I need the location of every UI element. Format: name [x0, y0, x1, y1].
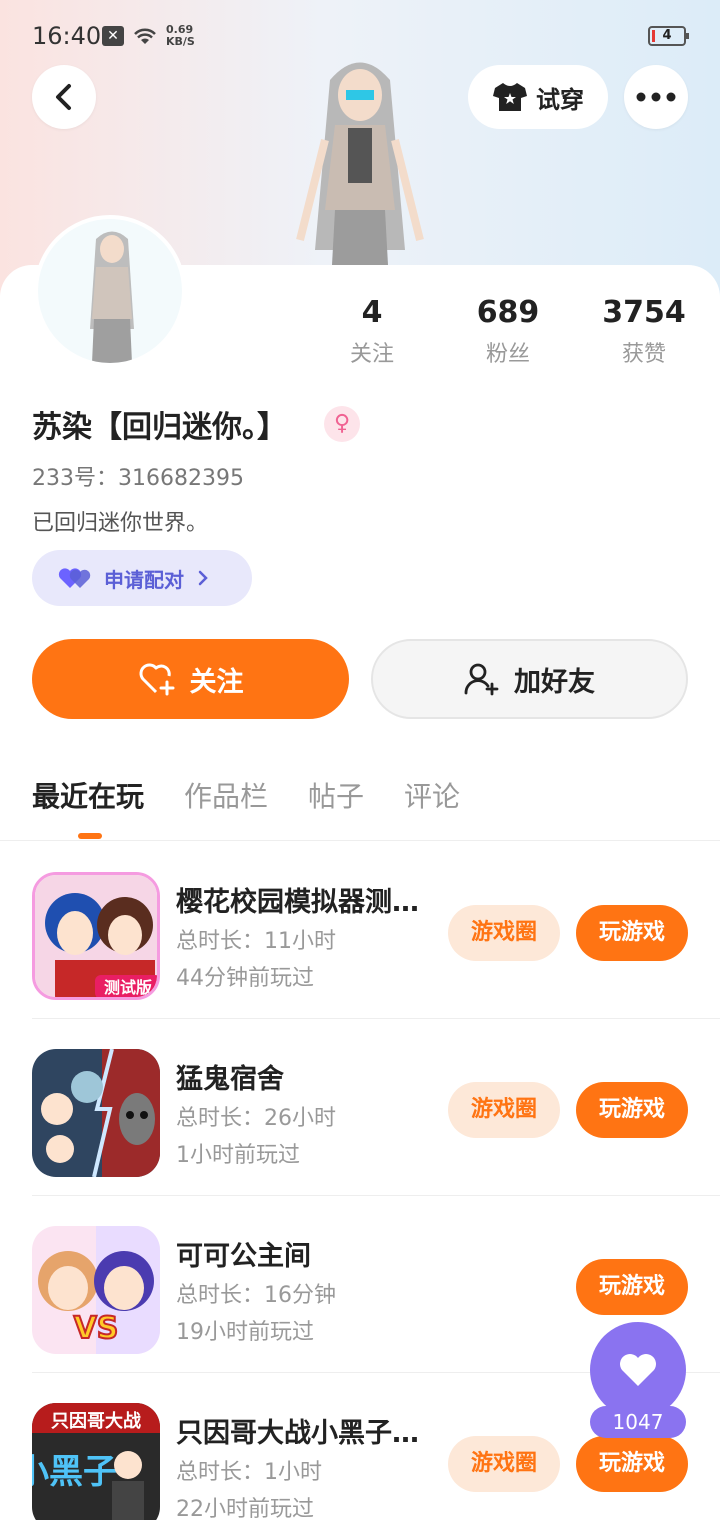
more-button[interactable] [624, 65, 688, 129]
user-id: 233号：316682395 [32, 466, 244, 491]
game-icon-coco-princess[interactable]: VS [32, 1226, 160, 1354]
divider [0, 840, 720, 841]
tab-works[interactable]: 作品栏 [184, 775, 268, 815]
play-game-button[interactable]: 玩游戏 [576, 905, 688, 961]
game-icon-sakura-school[interactable]: 测试版 [32, 872, 160, 1000]
game-icon-ikun-battle[interactable]: 只因哥大战 小黑子 [32, 1403, 160, 1520]
play-game-button[interactable]: 玩游戏 [576, 1082, 688, 1138]
tab-comments[interactable]: 评论 [404, 775, 460, 815]
tab-indicator [78, 833, 102, 839]
game-artwork [32, 1049, 160, 1177]
game-circle-button[interactable]: 游戏圈 [448, 1082, 560, 1138]
user-bio: 已回归迷你世界。 [32, 511, 209, 536]
play-game-button[interactable]: 玩游戏 [576, 1259, 688, 1315]
game-row[interactable]: 测试版 樱花校园模拟器测试版 总时长：11小时 44分钟前玩过 游戏圈 玩游戏 [0, 842, 720, 1019]
game-duration: 总时长：1小时 [176, 1460, 322, 1485]
svg-text:测试版: 测试版 [104, 978, 152, 997]
add-user-icon [464, 663, 499, 696]
female-icon: ♀ [324, 406, 360, 442]
game-last-played: 19小时前玩过 [176, 1320, 314, 1345]
notification-x-icon: ✕ [102, 26, 124, 46]
username: 苏染【回归迷你。】 [32, 410, 287, 445]
game-artwork: 测试版 [35, 875, 157, 997]
game-title: 猛鬼宿舍 [176, 1064, 284, 1095]
svg-text:小黑子: 小黑子 [32, 1452, 117, 1492]
stat-value: 3754 [602, 295, 686, 330]
game-title: 只因哥大战小黑子大作战 [176, 1418, 426, 1449]
game-artwork: 只因哥大战 小黑子 [32, 1403, 160, 1520]
avatar-3d-figure [296, 62, 424, 265]
follow-label: 关注 [189, 666, 244, 698]
play-game-button[interactable]: 玩游戏 [576, 1436, 688, 1492]
game-title: 可可公主间 [176, 1241, 311, 1272]
tab-posts[interactable]: 帖子 [308, 775, 364, 815]
game-last-played: 22小时前玩过 [176, 1497, 314, 1520]
chevron-right-icon [198, 570, 208, 586]
game-last-played: 1小时前玩过 [176, 1143, 300, 1168]
add-friend-button[interactable]: 加好友 [371, 639, 688, 719]
try-on-button[interactable]: 试穿 [468, 65, 608, 129]
stat-label: 粉丝 [485, 342, 530, 367]
game-duration: 总时长：11小时 [176, 929, 336, 954]
stat-likes[interactable]: 3754 获赞 [584, 295, 704, 368]
double-heart-icon [58, 568, 91, 588]
stat-label: 获赞 [621, 342, 666, 367]
stat-value: 689 [476, 295, 540, 330]
game-circle-button[interactable]: 游戏圈 [448, 905, 560, 961]
like-count-badge: 1047 [590, 1406, 686, 1438]
wifi-icon [134, 28, 156, 44]
stat-label: 关注 [349, 342, 394, 367]
game-row[interactable]: 猛鬼宿舍 总时长：26小时 1小时前玩过 游戏圈 玩游戏 [0, 1019, 720, 1196]
status-time: 16:40 [32, 22, 102, 50]
stat-value: 4 [361, 295, 383, 330]
profile-avatar[interactable] [34, 215, 186, 367]
network-speed: 0.69 KB/S [166, 23, 195, 48]
like-floating-button[interactable] [590, 1322, 686, 1418]
game-circle-button[interactable]: 游戏圈 [448, 1436, 560, 1492]
svg-text:只因哥大战: 只因哥大战 [51, 1410, 141, 1432]
tshirt-icon [493, 83, 527, 111]
chevron-left-icon [56, 84, 71, 110]
more-dots-icon [636, 92, 676, 102]
add-friend-label: 加好友 [514, 666, 595, 698]
game-last-played: 44分钟前玩过 [176, 966, 314, 991]
avatar-figure-thumbnail [90, 231, 134, 363]
stat-following[interactable]: 4 关注 [312, 295, 432, 368]
request-pair-button[interactable]: 申请配对 [32, 550, 252, 606]
game-icon-haunted-dorm[interactable] [32, 1049, 160, 1177]
heart-icon [620, 1354, 656, 1386]
back-button[interactable] [32, 65, 96, 129]
request-pair-label: 申请配对 [104, 567, 184, 592]
game-title: 樱花校园模拟器测试版 [176, 887, 426, 918]
try-on-label: 试穿 [536, 85, 584, 114]
heart-plus-icon [139, 663, 174, 696]
game-duration: 总时长：16分钟 [176, 1283, 336, 1308]
svg-text:VS: VS [74, 1311, 119, 1346]
stat-fans[interactable]: 689 粉丝 [448, 295, 568, 368]
tab-recently-played[interactable]: 最近在玩 [32, 775, 144, 815]
game-artwork: VS [32, 1226, 160, 1354]
battery-icon: 4 [648, 26, 689, 46]
follow-button[interactable]: 关注 [32, 639, 349, 719]
game-duration: 总时长：26小时 [176, 1106, 336, 1131]
profile-tabs: 最近在玩 作品栏 帖子 评论 [32, 775, 460, 815]
status-icons: ✕ 0.69 KB/S [102, 24, 195, 48]
